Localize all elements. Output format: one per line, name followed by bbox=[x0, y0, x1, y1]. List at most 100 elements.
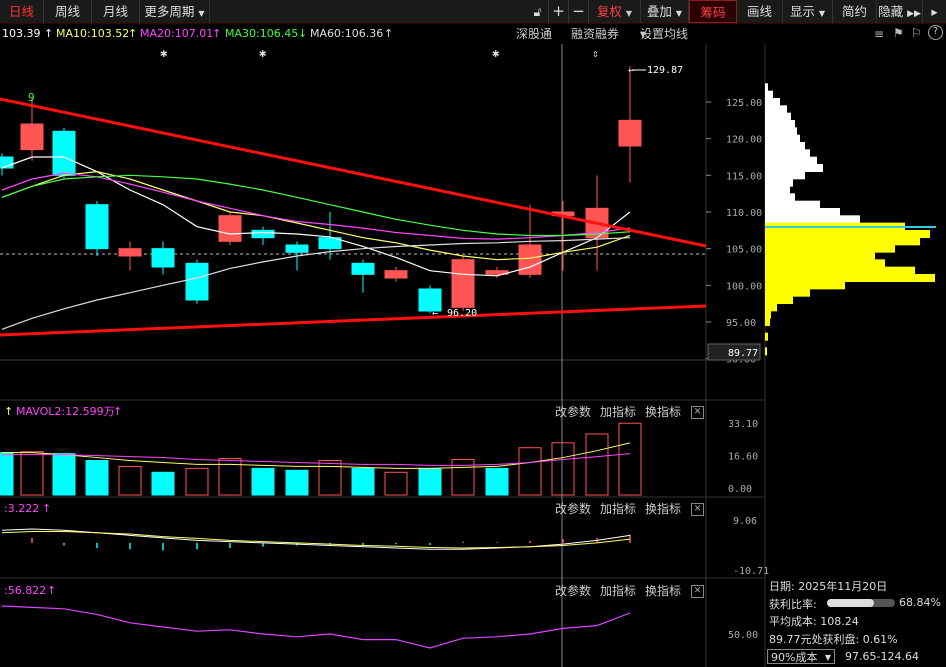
chip-bar bbox=[765, 274, 935, 282]
chip-bar bbox=[765, 186, 790, 194]
macd-histogram bbox=[1, 528, 631, 551]
event-marker-icon[interactable]: ✱ bbox=[160, 46, 167, 60]
close-icon[interactable]: ✕ bbox=[691, 503, 704, 516]
volume-bar bbox=[585, 433, 609, 496]
volume-bar bbox=[551, 442, 575, 496]
chip-bar bbox=[765, 215, 860, 224]
chip-bar bbox=[765, 288, 810, 297]
chip-bar bbox=[765, 120, 795, 128]
chip-bar bbox=[765, 178, 793, 187]
rsi-axis-label: 50.00 bbox=[728, 630, 758, 641]
candle-body bbox=[185, 262, 209, 301]
rsi-axis: 50.00 bbox=[728, 630, 758, 641]
candle-body bbox=[85, 204, 109, 250]
high-arrow-icon: ← bbox=[628, 65, 634, 76]
volume-bar bbox=[52, 453, 76, 496]
vol-edit-params-button[interactable]: 改参数 bbox=[555, 402, 591, 422]
chip-bar bbox=[765, 193, 795, 202]
rsi-panel-header: :56.822 ↑ 改参数 加指标 换指标 bbox=[0, 581, 706, 601]
dea-line bbox=[1, 531, 631, 549]
candle-body bbox=[218, 215, 242, 242]
rsi-edit-params-button[interactable]: 改参数 bbox=[555, 581, 591, 601]
volume-bar bbox=[618, 422, 642, 496]
volume-bar bbox=[185, 467, 209, 496]
macd-add-indicator-button[interactable]: 加指标 bbox=[600, 499, 636, 519]
chip-bar bbox=[765, 105, 787, 114]
low-arrow-icon: ← bbox=[432, 308, 438, 319]
volume-bar bbox=[151, 471, 175, 496]
candle-body bbox=[518, 244, 542, 275]
candle-body bbox=[451, 259, 475, 308]
chart-canvas: ✱ ✱ ✱ ⇕ 9 ← 129.87 ← 96.20 125.00120.001… bbox=[0, 44, 936, 667]
vol-switch-indicator-button[interactable]: 换指标 bbox=[645, 402, 681, 422]
volume-bars bbox=[0, 422, 642, 496]
candle-body bbox=[52, 130, 76, 176]
dropdown-arrow-icon: ▼ bbox=[824, 653, 831, 662]
macd-switch-indicator-button[interactable]: 换指标 bbox=[645, 499, 681, 519]
vol-add-indicator-button[interactable]: 加指标 bbox=[600, 402, 636, 422]
current-price-value: 89.77 bbox=[728, 348, 758, 359]
chip-distribution bbox=[765, 83, 935, 356]
chip-bar bbox=[765, 266, 915, 275]
volume-bar bbox=[485, 467, 509, 496]
profit-ratio-bar bbox=[827, 599, 895, 607]
macd-indicator-label: :3.222 bbox=[4, 502, 40, 515]
volume-bar bbox=[251, 467, 275, 496]
chip-bar bbox=[765, 98, 780, 106]
cost-select-value: 90%成本 bbox=[771, 651, 818, 664]
candlesticks bbox=[0, 66, 642, 314]
volume-bar bbox=[351, 467, 375, 496]
close-icon[interactable]: ✕ bbox=[691, 406, 704, 419]
macd-axis: 9.06 -10.71 bbox=[733, 516, 769, 577]
cost-select[interactable]: 90%成本 ▼ bbox=[767, 649, 835, 664]
price-axis-label: 110.00 bbox=[726, 208, 762, 219]
chip-bar bbox=[765, 127, 797, 136]
volume-indicator-label: MAVOL2:12.599万 bbox=[16, 405, 115, 418]
volume-axis-label: 33.10 bbox=[728, 419, 758, 430]
chip-bar bbox=[765, 259, 885, 268]
price-axis-label: 95.00 bbox=[726, 318, 756, 329]
candle-body bbox=[618, 119, 642, 147]
volume-bar bbox=[285, 469, 309, 496]
count-annotation: 9 bbox=[28, 91, 35, 104]
event-marker-icon[interactable]: ✱ bbox=[492, 46, 499, 60]
profit-ratio-fill bbox=[827, 599, 874, 607]
volume-bar bbox=[384, 471, 408, 496]
candle-body bbox=[351, 262, 375, 275]
chip-bar bbox=[765, 112, 791, 121]
chip-bar bbox=[765, 142, 805, 150]
event-marker-icon[interactable]: ⇕ bbox=[592, 47, 599, 60]
macd-arrow-icon: ↑ bbox=[42, 502, 52, 515]
rsi-add-indicator-button[interactable]: 加指标 bbox=[600, 581, 636, 601]
volume-bar bbox=[318, 460, 342, 496]
chip-bar bbox=[765, 164, 823, 172]
close-icon[interactable]: ✕ bbox=[691, 585, 704, 598]
chip-bar bbox=[765, 296, 793, 304]
volume-bar bbox=[118, 465, 142, 496]
chip-bar bbox=[765, 200, 820, 209]
rsi-switch-indicator-button[interactable]: 换指标 bbox=[645, 581, 681, 601]
volume-axis-label: 0.00 bbox=[728, 484, 752, 495]
chip-bar bbox=[765, 134, 800, 143]
chip-bar bbox=[765, 156, 817, 165]
chip-bar bbox=[765, 347, 767, 356]
volume-panel-header: ↑ MAVOL2:12.599万 ↑ 改参数 加指标 换指标 bbox=[0, 402, 706, 422]
chip-date: 日期: 2025年11月20日 bbox=[769, 580, 888, 593]
price-axis: 125.00 120.00 115.00 110.00 105.00 100.00 95.0… bbox=[706, 98, 762, 366]
macd-panel-header: :3.222 ↑ 改参数 加指标 换指标 bbox=[0, 499, 706, 519]
event-marker-icon[interactable]: ✱ bbox=[259, 46, 266, 60]
price-axis-label: 125.00 bbox=[726, 98, 762, 109]
profit-ratio-value: 68.84% bbox=[899, 596, 941, 609]
chip-bar bbox=[765, 244, 895, 253]
macd-axis-label: -10.71 bbox=[733, 566, 769, 577]
chip-bar bbox=[765, 90, 773, 99]
rsi-line bbox=[1, 605, 631, 649]
chip-bar bbox=[765, 230, 930, 238]
macd-edit-params-button[interactable]: 改参数 bbox=[555, 499, 591, 519]
candle-body bbox=[151, 248, 175, 268]
chip-bar bbox=[765, 149, 810, 158]
candle-body bbox=[251, 229, 275, 239]
price-axis-label: 105.00 bbox=[726, 245, 762, 256]
volume-bar bbox=[20, 451, 44, 496]
candle-body bbox=[285, 244, 309, 253]
